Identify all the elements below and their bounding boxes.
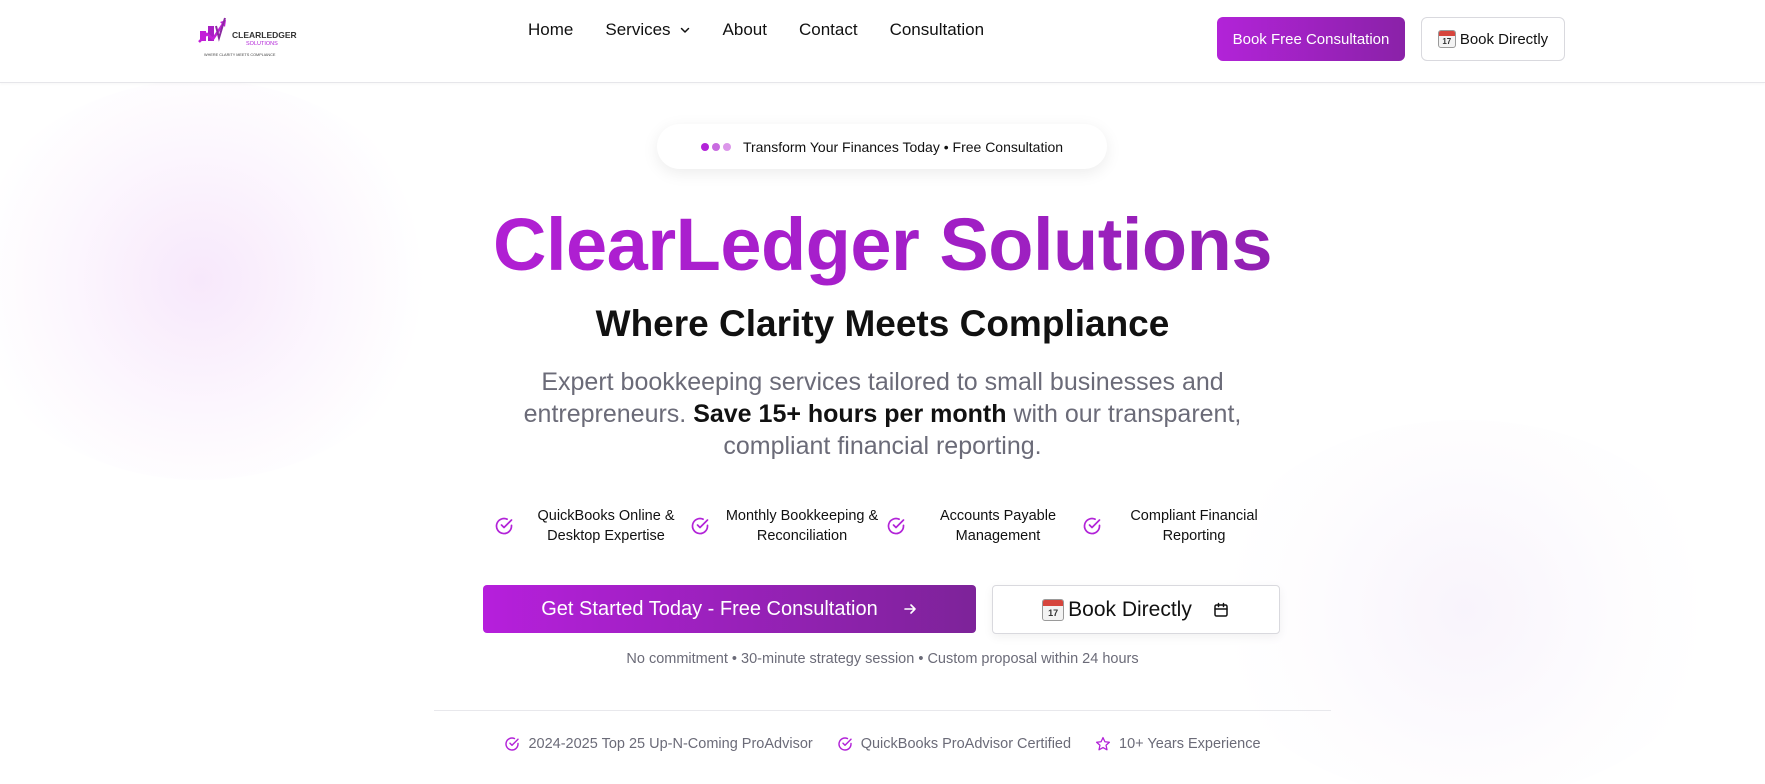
logo-mark-icon: CLEARLEDGER SOLUTIONS WHERE CLARITY MEET… [198, 17, 297, 57]
dot-3 [722, 142, 731, 151]
hero-description: Expert bookkeeping services tailored to … [505, 366, 1260, 462]
nav-item-label: About [722, 20, 767, 39]
logo-sub: SOLUTIONS [246, 41, 278, 47]
book-directly-label-wrap: 17 Book Directly [1042, 598, 1192, 622]
feature-label: Monthly Bookkeeping & Reconciliation [725, 508, 879, 544]
hero-subtitle: Where Clarity Meets Compliance [595, 303, 1170, 344]
button-label: Book Directly [1068, 597, 1192, 621]
logo-name: CLEARLEDGER [232, 30, 297, 40]
nav-item-label: Services [605, 20, 671, 39]
check-circle-icon [688, 516, 712, 536]
check-circle-icon [505, 737, 520, 751]
star-icon [1096, 736, 1111, 751]
trust-item: QuickBooks ProAdvisor Certified [837, 736, 1071, 752]
book-directly-button[interactable]: 17 Book Directly [992, 585, 1280, 634]
check-circle-icon [884, 516, 908, 536]
chevron-down-icon [680, 27, 689, 33]
feature-item: Accounts Payable Management [884, 504, 1080, 548]
nav-item-label: Home [528, 20, 574, 39]
check-circle-icon [492, 516, 516, 536]
trust-label: QuickBooks ProAdvisor Certified [860, 736, 1072, 752]
pulse-dots-icon [700, 142, 731, 151]
section-divider [434, 710, 1331, 711]
trust-item: 10+ Years Experience [1095, 736, 1261, 752]
calendar-emoji-icon: 17 [1437, 30, 1456, 48]
nav-item-consultation[interactable]: Consultation [890, 20, 985, 40]
get-started-button[interactable]: Get Started Today - Free Consultation [483, 585, 976, 633]
site-header: CLEARLEDGER SOLUTIONS WHERE CLARITY MEET… [0, 0, 1765, 83]
announcement-pill: Transform Your Finances Today • Free Con… [657, 124, 1107, 169]
logo-tagline: WHERE CLARITY MEETS COMPLIANCE [204, 53, 276, 57]
check-circle-icon [1080, 516, 1104, 536]
button-label: Book Free Consultation [1232, 30, 1390, 48]
feature-list: QuickBooks Online & Desktop Expertise Mo… [492, 504, 1276, 548]
background-glow-right [1205, 420, 1725, 784]
feature-item: QuickBooks Online & Desktop Expertise [492, 504, 688, 548]
feature-label: Compliant Financial Reporting [1130, 508, 1258, 544]
announcement-text: Transform Your Finances Today • Free Con… [742, 138, 1064, 155]
nav-item-services[interactable]: Services [605, 20, 690, 40]
trust-badges: 2024-2025 Top 25 Up-N-Coming ProAdvisor … [0, 736, 1765, 752]
nav-item-label: Consultation [889, 20, 985, 39]
book-free-consultation-button[interactable]: Book Free Consultation [1217, 17, 1405, 61]
logo[interactable]: CLEARLEDGER SOLUTIONS WHERE CLARITY MEET… [198, 14, 302, 58]
feature-label: QuickBooks Online & Desktop Expertise [537, 508, 675, 544]
button-label: Book Directly [1459, 30, 1549, 48]
check-circle-icon [838, 737, 852, 751]
book-directly-header-button[interactable]: 17 Book Directly [1421, 17, 1565, 61]
arrow-right-icon [903, 604, 916, 614]
hero-title: ClearLedger Solutions [0, 200, 1765, 290]
feature-item: Compliant Financial Reporting [1080, 504, 1276, 548]
nav-item-home[interactable]: Home [528, 20, 573, 40]
feature-label: Accounts Payable Management [939, 508, 1057, 544]
trust-label: 10+ Years Experience [1119, 736, 1261, 752]
nav-item-contact[interactable]: Contact [799, 20, 858, 40]
dot-1 [700, 142, 709, 151]
main-nav: Home Services About Contact Consultation [528, 18, 984, 42]
trust-item: 2024-2025 Top 25 Up-N-Coming ProAdvisor [504, 736, 813, 752]
trust-label: 2024-2025 Top 25 Up-N-Coming ProAdvisor [528, 736, 813, 752]
feature-item: Monthly Bookkeeping & Reconciliation [688, 504, 884, 548]
nav-item-about[interactable]: About [723, 20, 767, 40]
calendar-icon [1214, 602, 1228, 617]
hero-desc-highlight: Save 15+ hours per month [693, 400, 1007, 428]
dot-2 [711, 142, 720, 151]
cta-note: No commitment • 30-minute strategy sessi… [626, 651, 1139, 667]
calendar-emoji-icon: 17 [1042, 598, 1065, 621]
button-label: Get Started Today - Free Consultation [541, 597, 878, 620]
nav-item-label: Contact [798, 20, 858, 39]
